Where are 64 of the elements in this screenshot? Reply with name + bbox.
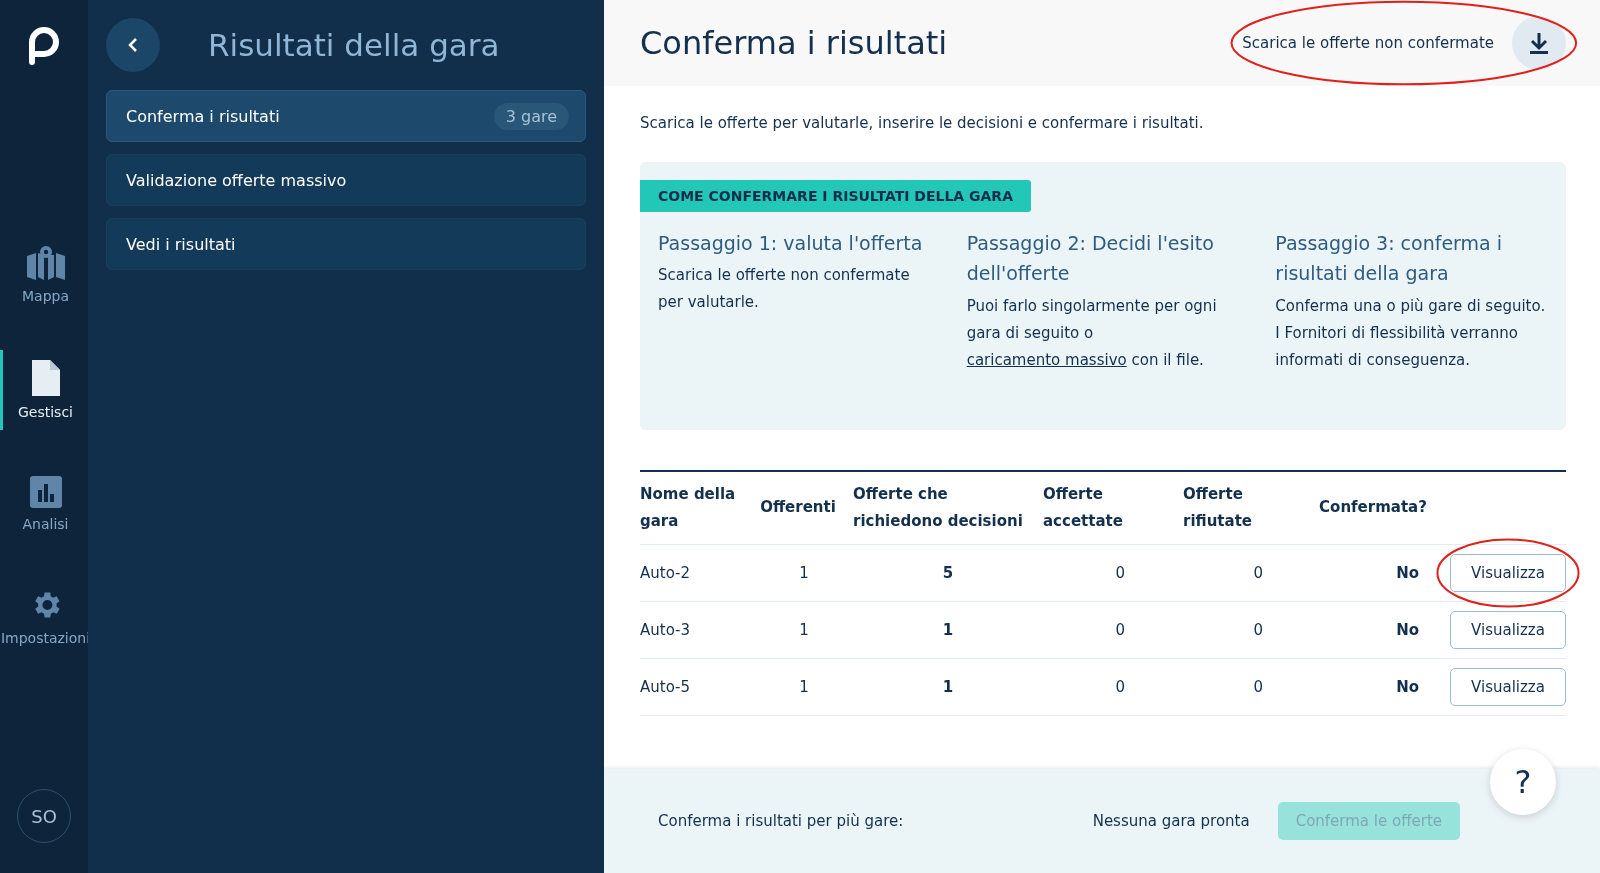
table-cell-text: 0 [1114,563,1126,582]
step-text: Puoi farlo singolarmente per ogni gara di seguito o caricamento massivo con il file. [966,295,1218,371]
column-header: Offerte accettate [1043,483,1124,532]
view-button[interactable]: Visualizza [1450,667,1566,706]
sidebar-item[interactable]: Conferma i risultati 3 gare [106,90,586,142]
document-icon [31,360,60,396]
table-cell-text: Auto-3 [640,620,692,639]
table-cell-text: 0 [1252,677,1264,696]
column-header: Offerenti [759,497,837,519]
nav-label: Mappa [22,288,69,304]
table-cell-text: 0 [1252,563,1264,582]
nav-item[interactable]: Mappa [0,236,88,314]
table-cell-text: 1 [798,620,810,639]
help-button[interactable]: ? [1490,749,1556,815]
download-button[interactable] [1512,16,1566,70]
logo-icon [26,24,62,66]
table-cell-text: No [1395,677,1420,696]
table-cell-text: 1 [798,563,810,582]
download-label: Scarica le offerte non confermate [1242,34,1494,52]
nav-item[interactable]: Analisi [0,466,88,542]
intro-text: Scarica le offerte per valutarle, inserire le decisioni e confermare i risultati. [640,114,1205,132]
column-header: Nome della gara [640,483,737,532]
step-title: Passaggio 2: Decidi l'esito dell'offerte [966,231,1215,287]
table-cell-text: 1 [941,677,955,696]
table-cell-text: Auto-5 [640,677,692,696]
table-cell-text: 0 [1252,620,1264,639]
sidebar-item-label: Validazione offerte massivo [126,170,347,190]
table-cell-text: 0 [1114,677,1126,696]
table-cell-text: No [1395,563,1420,582]
status-text: Nessuna gara pronta [1092,812,1250,830]
view-button[interactable]: Visualizza [1450,610,1566,649]
table-cell-text: Auto-2 [640,563,692,582]
sidebar-item[interactable]: Vedi i risultati [106,218,586,270]
table-cell-text: 1 [941,620,955,639]
bar-chart-icon [29,476,62,508]
bulk-upload-link[interactable]: caricamento massivo [966,350,1127,369]
sidebar-item-label: Conferma i risultati [126,106,280,126]
sidebar-item-label: Vedi i risultati [126,234,236,254]
table-cell-text: No [1395,620,1420,639]
page-title: Conferma i risultati [640,24,948,62]
column-header: Offerte che richiedono decisioni [853,483,1024,532]
footer-label: Conferma i risultati per più gare: [658,812,904,830]
sidebar-item[interactable]: Validazione offerte massivo [106,154,586,206]
map-pin-icon [26,246,65,280]
table-cell-text: 0 [1114,620,1126,639]
step-text: Scarica le offerte non confermate per valutarle. [658,265,911,314]
column-header: Offerte rifiutate [1183,483,1253,532]
table-cell-text: 5 [941,563,955,582]
back-button[interactable] [106,18,160,72]
column-header: Confermata? [1318,497,1428,519]
step-text: Conferma una o più gare di seguito. I Fornitori di flessibilità verranno informati di conseguenza. [1275,295,1547,371]
instructions-tag: COME CONFERMARE I RISULTATI DELLA GARA [640,180,1031,212]
panel-title: Risultati della gara [208,27,500,63]
nav-label: Gestisci [18,404,73,420]
download-icon [1528,31,1550,55]
nav-label: Analisi [22,516,69,532]
count-badge: 3 gare [493,102,569,130]
chevron-left-icon [127,37,139,53]
nav-label: Impostazioni [0,630,91,646]
nav-item[interactable]: Impostazioni [0,578,88,656]
step-title: Passaggio 1: valuta l'offerta [658,231,924,256]
step-title: Passaggio 3: conferma i risultati della gara [1275,231,1504,287]
view-button[interactable]: Visualizza [1450,553,1566,592]
table-cell-text: 1 [798,677,810,696]
